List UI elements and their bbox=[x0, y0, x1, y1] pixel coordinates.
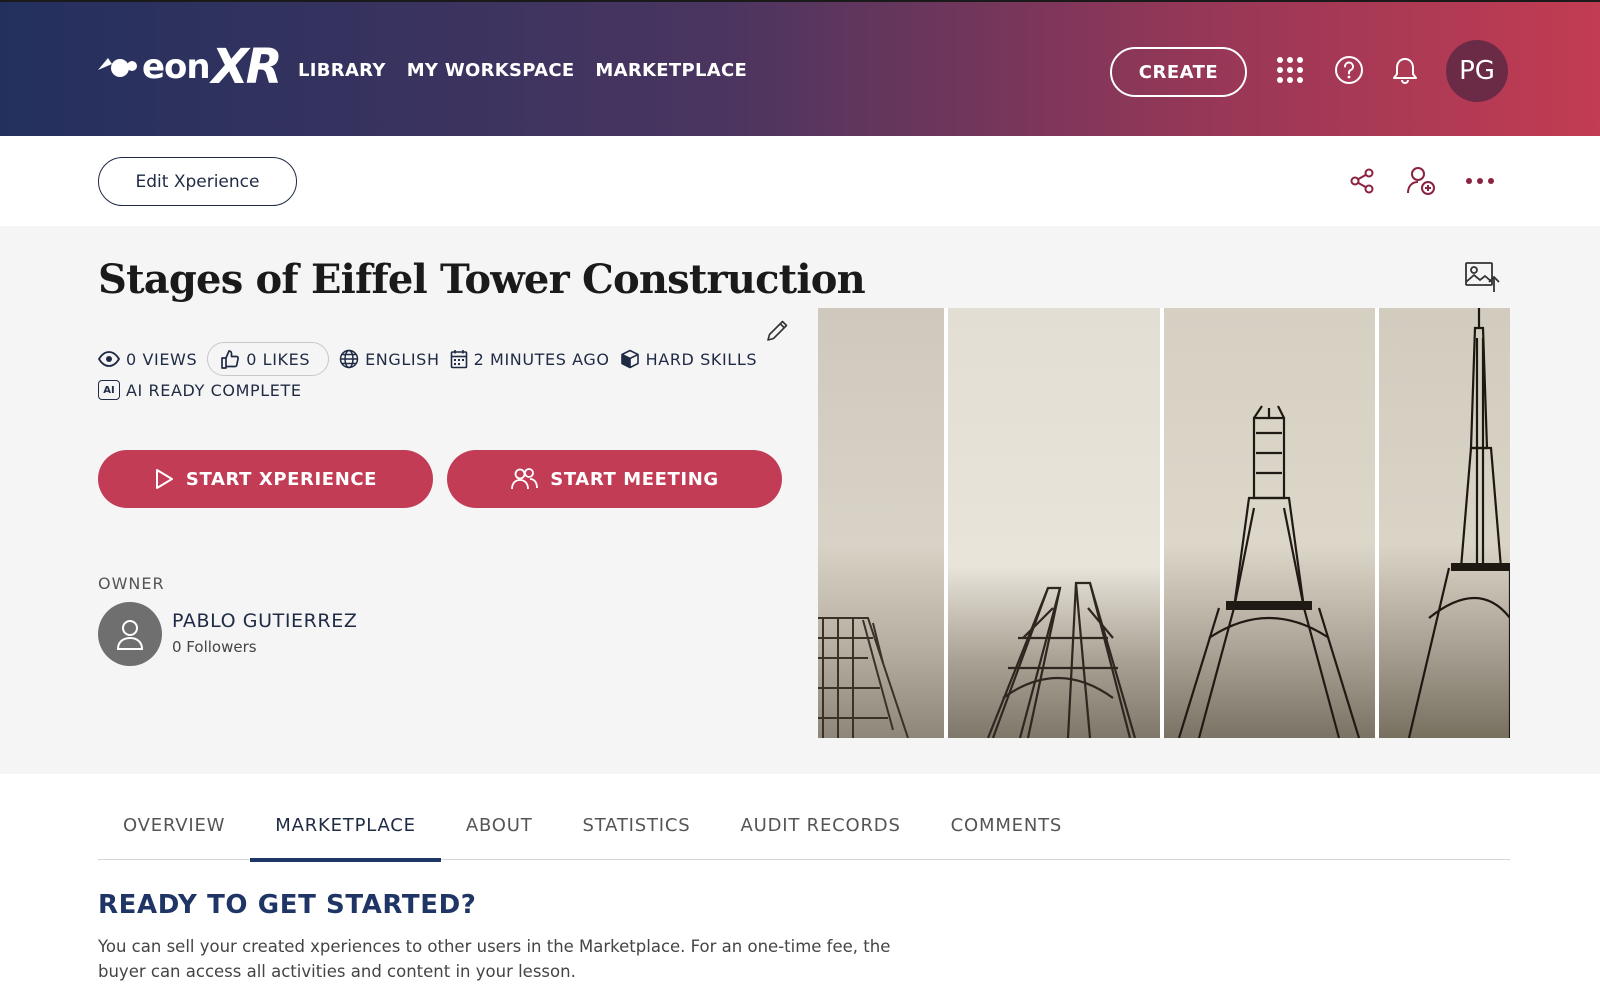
views-stat: 0 VIEWS bbox=[98, 350, 197, 369]
owner-label: OWNER bbox=[98, 574, 165, 593]
nav-marketplace[interactable]: MARKETPLACE bbox=[595, 60, 747, 81]
owner-avatar[interactable] bbox=[98, 602, 162, 666]
eye-icon bbox=[98, 351, 120, 367]
xperience-toolbar: Edit Xperience bbox=[0, 136, 1600, 226]
user-avatar[interactable]: PG bbox=[1446, 40, 1508, 102]
globe-icon bbox=[339, 349, 359, 369]
tab-overview[interactable]: OVERVIEW bbox=[98, 790, 250, 860]
tab-statistics[interactable]: STATISTICS bbox=[558, 790, 716, 860]
help-icon[interactable] bbox=[1331, 52, 1367, 88]
logo-eon-text: eon bbox=[142, 47, 211, 87]
views-count: 0 VIEWS bbox=[126, 349, 198, 369]
calendar-icon bbox=[450, 350, 467, 369]
xperience-meta: 0 VIEWS 0 LIKES ENGLISH 2 MINUTES AGO HA… bbox=[98, 342, 757, 376]
likes-button[interactable]: 0 LIKES bbox=[207, 342, 330, 376]
bell-icon[interactable] bbox=[1387, 52, 1423, 88]
play-icon bbox=[155, 469, 173, 489]
logo-mark-icon bbox=[98, 58, 137, 77]
marketplace-description: You can sell your created xperiences to … bbox=[98, 937, 891, 981]
tab-comments[interactable]: COMMENTS bbox=[926, 790, 1087, 860]
stage-2-photo bbox=[948, 308, 1160, 738]
start-xperience-label: START XPERIENCE bbox=[185, 468, 378, 490]
xperience-tabs: OVERVIEW MARKETPLACE ABOUT STATISTICS AU… bbox=[98, 790, 1510, 862]
category-stat: HARD SKILLS bbox=[620, 349, 757, 369]
cube-icon bbox=[620, 349, 639, 369]
category-value: HARD SKILLS bbox=[645, 349, 758, 369]
top-navbar: eon XR LIBRARY MY WORKSPACE MARKETPLACE … bbox=[0, 0, 1600, 136]
image-upload-icon[interactable] bbox=[1464, 260, 1502, 294]
thumbs-up-icon bbox=[221, 350, 240, 369]
xperience-cover-image bbox=[818, 308, 1510, 738]
ai-status-text: AI READY COMPLETE bbox=[126, 380, 302, 400]
xperience-hero: Stages of Eiffel Tower Construction 0 VI… bbox=[0, 226, 1600, 774]
grid-icon[interactable] bbox=[1272, 52, 1308, 88]
language-value: ENGLISH bbox=[365, 349, 440, 369]
marketplace-heading: READY TO GET STARTED? bbox=[98, 890, 477, 920]
edit-pencil-icon[interactable] bbox=[764, 318, 790, 344]
nav-my-workspace[interactable]: MY WORKSPACE bbox=[407, 60, 575, 81]
stage-1-photo bbox=[818, 308, 944, 738]
main-nav: LIBRARY MY WORKSPACE MARKETPLACE bbox=[298, 60, 747, 81]
create-button[interactable]: CREATE bbox=[1110, 47, 1247, 97]
owner-name-link[interactable]: PABLO GUTIERREZ bbox=[172, 610, 357, 632]
start-meeting-label: START MEETING bbox=[550, 468, 719, 490]
likes-count: 0 LIKES bbox=[246, 349, 311, 369]
tab-marketplace[interactable]: MARKETPLACE bbox=[250, 790, 441, 862]
updated-stat: 2 MINUTES AGO bbox=[450, 349, 610, 369]
eonxr-logo[interactable]: eon XR bbox=[98, 39, 283, 95]
start-meeting-button[interactable]: START MEETING bbox=[447, 450, 782, 508]
add-collaborator-icon[interactable] bbox=[1404, 164, 1438, 198]
updated-value: 2 MINUTES AGO bbox=[473, 349, 610, 369]
more-icon[interactable] bbox=[1463, 164, 1497, 198]
user-silhouette-icon bbox=[116, 620, 144, 650]
meeting-people-icon bbox=[511, 468, 539, 490]
edit-xperience-button[interactable]: Edit Xperience bbox=[98, 157, 297, 206]
language-stat: ENGLISH bbox=[339, 349, 440, 369]
tab-audit-records[interactable]: AUDIT RECORDS bbox=[715, 790, 925, 860]
stage-3-photo bbox=[1164, 308, 1375, 738]
xperience-title: Stages of Eiffel Tower Construction bbox=[98, 256, 866, 303]
start-xperience-button[interactable]: START XPERIENCE bbox=[98, 450, 433, 508]
ai-badge-icon: AI bbox=[98, 380, 120, 400]
share-icon[interactable] bbox=[1345, 164, 1379, 198]
ai-status: AI AI READY COMPLETE bbox=[98, 380, 302, 400]
stage-4-photo bbox=[1379, 308, 1510, 738]
logo-xr-text: XR bbox=[211, 39, 283, 95]
owner-followers: 0 Followers bbox=[172, 638, 257, 656]
tab-about[interactable]: ABOUT bbox=[441, 790, 558, 860]
nav-library[interactable]: LIBRARY bbox=[298, 60, 386, 81]
